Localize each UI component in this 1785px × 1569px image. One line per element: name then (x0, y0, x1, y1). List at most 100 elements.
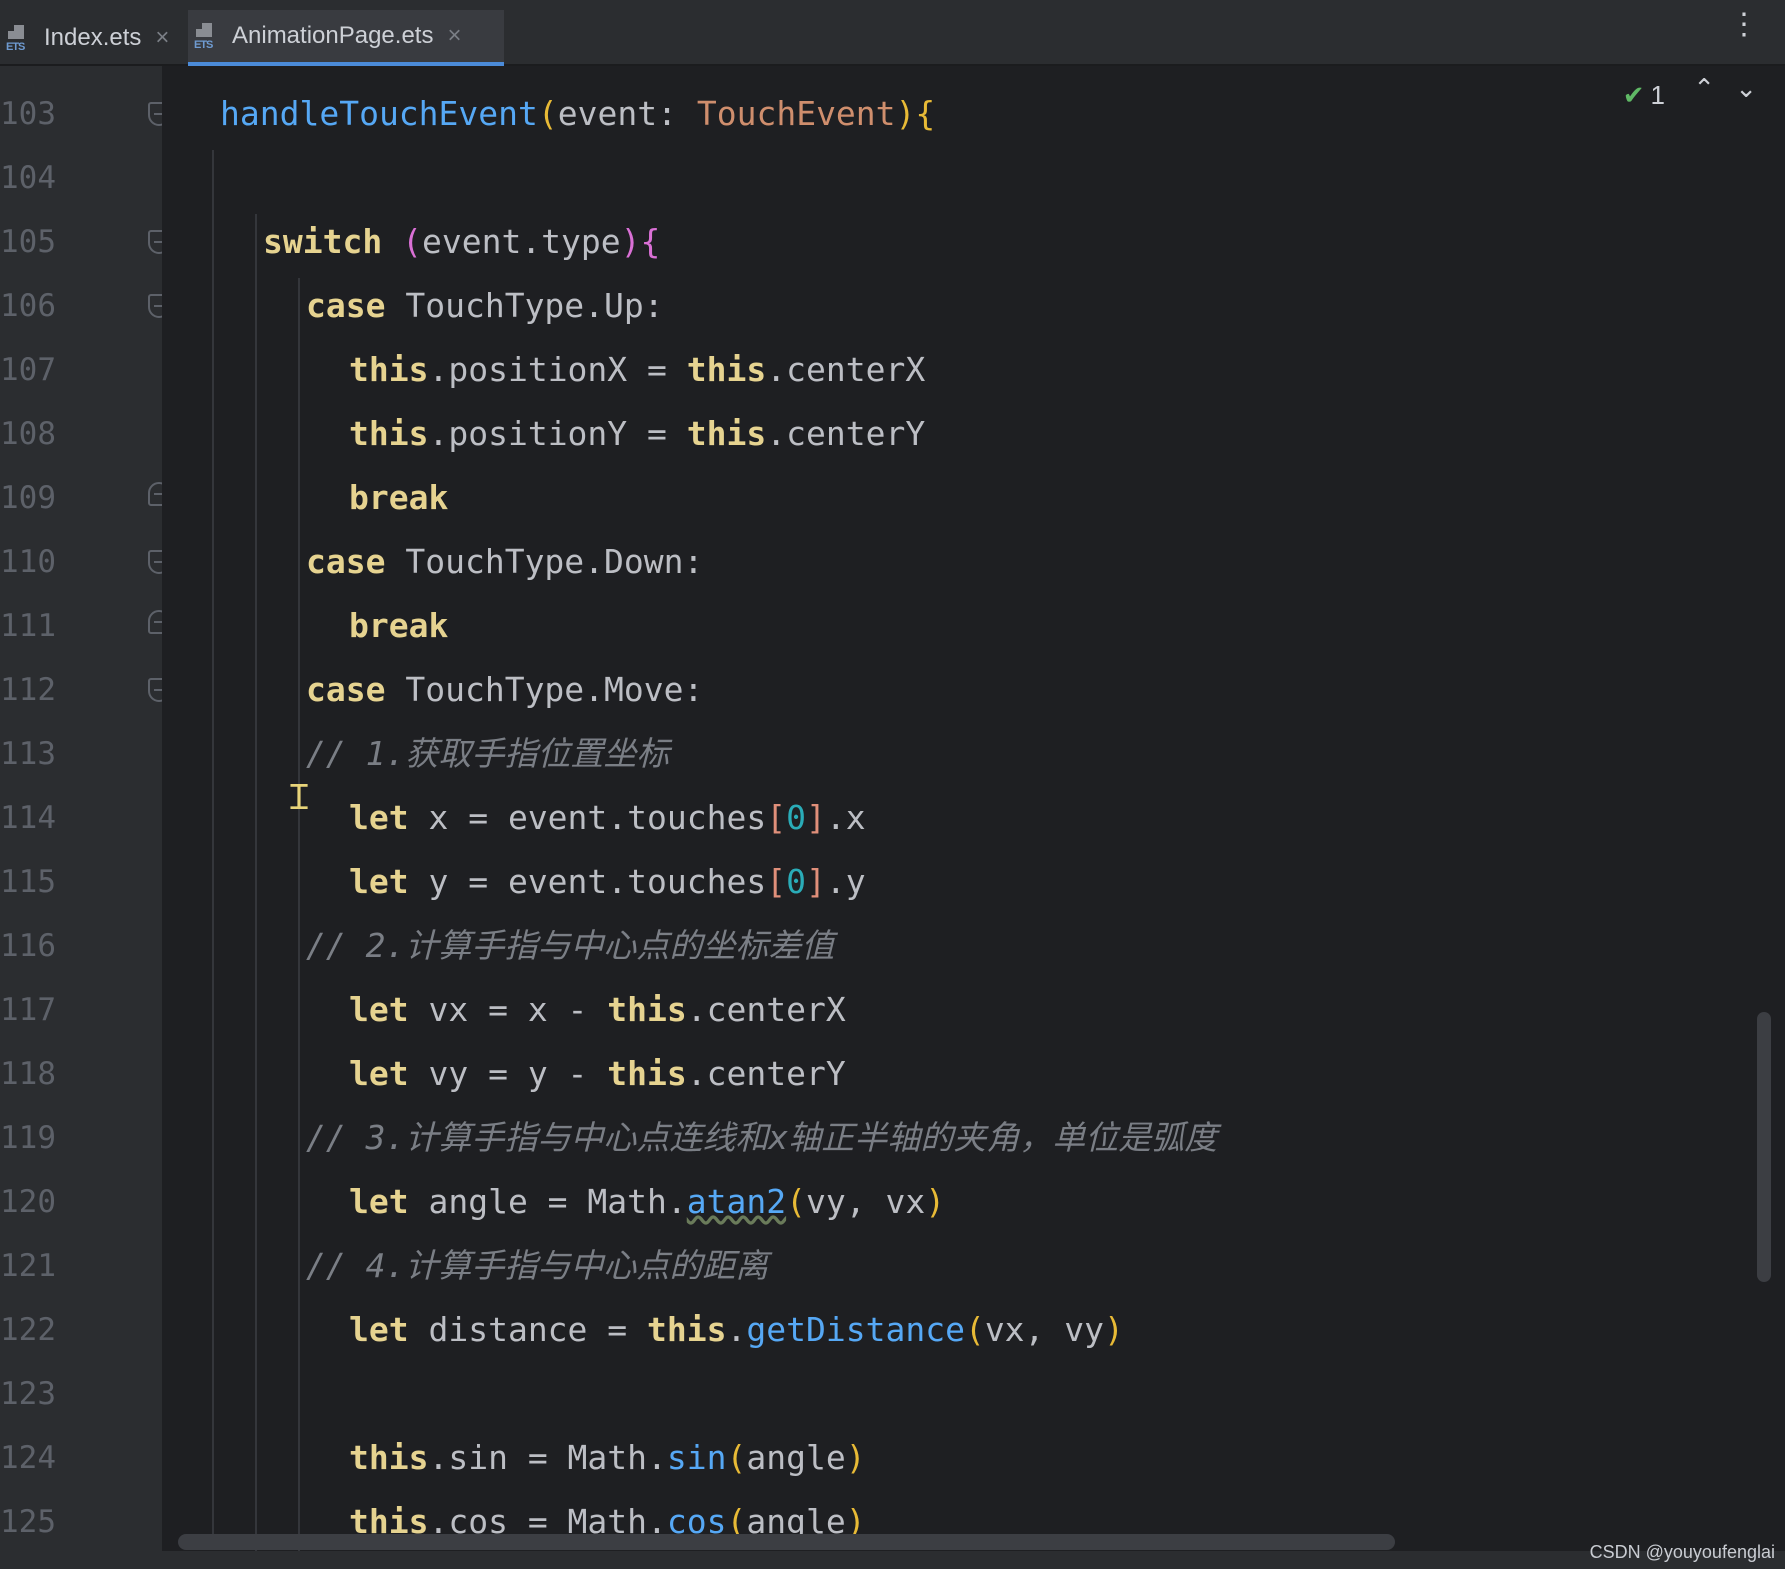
paren: ) (925, 1182, 946, 1221)
brace: { (915, 94, 936, 133)
editor-tab-bar: ETS Index.ets × ETS AnimationPage.ets × … (0, 0, 1785, 66)
code-text: angle = Math. (408, 1182, 687, 1221)
number: 0 (786, 798, 806, 837)
keyword: this (686, 414, 767, 453)
keyword: this (607, 1054, 687, 1093)
code-line-107: this.positionX = this.centerX (349, 342, 925, 398)
code-line-109: break (349, 470, 448, 526)
code-line-108: this.positionY = this.centerY (349, 406, 925, 462)
case-value: TouchType.Up: (405, 286, 664, 325)
inspection-widget[interactable]: ✔ 1 (1623, 80, 1665, 111)
paren: ) (620, 222, 641, 261)
code-comment-119: // 3.计算手指与中心点连线和x轴正半轴的夹角，单位是弧度 (306, 1118, 1218, 1157)
keyword: case (306, 542, 386, 581)
code-text: .sin = Math. (428, 1438, 667, 1477)
line-number: 123 (0, 1376, 56, 1412)
line-number: 120 (0, 1184, 56, 1220)
paren: ( (537, 94, 558, 133)
code-line-124: this.sin = Math.sin(angle) (349, 1430, 866, 1486)
close-icon[interactable]: × (447, 22, 461, 50)
line-number: 104 (0, 160, 56, 196)
line-number: 124 (0, 1440, 56, 1476)
line-number: 122 (0, 1312, 56, 1348)
keyword: break (349, 478, 449, 517)
indent-guide (255, 214, 257, 1551)
check-icon: ✔ (1622, 80, 1645, 110)
line-number: 110 (0, 544, 56, 580)
line-number: 112 (0, 672, 56, 708)
indent-guide (298, 278, 300, 1551)
number: 0 (786, 862, 806, 901)
case-value: TouchType.Move: (405, 670, 704, 709)
keyword: break (349, 606, 449, 645)
keyword: this (607, 990, 687, 1029)
function-name: handleTouchEvent (220, 94, 538, 133)
close-icon[interactable]: × (155, 24, 169, 52)
ets-file-icon: ETS (194, 21, 220, 51)
keyword: case (306, 286, 386, 325)
tab-animationpage-ets[interactable]: ETS AnimationPage.ets × (188, 10, 504, 66)
paren: ) (895, 94, 916, 133)
code-text: .centerY (686, 1054, 846, 1093)
function-name: atan2 (686, 1182, 787, 1221)
code-line-106: case TouchType.Up: (306, 278, 664, 334)
chevron-down-icon[interactable]: ⌄ (1735, 74, 1757, 104)
code-comment-121: // 4.计算手指与中心点的距离 (306, 1246, 769, 1285)
keyword: case (306, 670, 386, 709)
arguments: vx, vy (984, 1310, 1105, 1349)
paren: ) (1104, 1310, 1124, 1349)
arguments: vy, vx (805, 1182, 926, 1221)
keyword: let (349, 862, 409, 901)
text-cursor-icon: Ｉ (282, 778, 316, 818)
bracket: ] (805, 798, 826, 837)
keyword: this (349, 350, 429, 389)
more-options-icon[interactable]: ⋮ (1729, 10, 1759, 40)
line-number: 119 (0, 1120, 56, 1156)
code-text: .x (825, 798, 866, 837)
code-text: .y (825, 862, 866, 901)
code-line-110: case TouchType.Down: (306, 534, 703, 590)
code-editor[interactable]: handleTouchEvent(event: TouchEvent){ swi… (162, 66, 1785, 1551)
code-text: .positionY = (428, 414, 687, 453)
line-number: 113 (0, 736, 56, 772)
chevron-up-icon[interactable]: ⌃ (1693, 74, 1715, 104)
code-line-114: let x = event.touches[0].x (349, 790, 866, 846)
keyword: let (349, 990, 409, 1029)
keyword: this (349, 414, 429, 453)
line-number: 103 (0, 96, 56, 132)
line-number: 108 (0, 416, 56, 452)
code-text: y = event.touches (408, 862, 767, 901)
line-number: 105 (0, 224, 56, 260)
line-number: 125 (0, 1504, 56, 1540)
keyword: let (349, 1054, 409, 1093)
line-number: 116 (0, 928, 56, 964)
code-text: vx = x - (408, 990, 608, 1029)
code-comment-113: // 1.获取手指位置坐标 (306, 734, 670, 773)
param-name: event (557, 94, 658, 133)
code-line-117: let vx = x - this.centerX (349, 982, 846, 1038)
tab-label: Index.ets (44, 24, 142, 51)
code-line-111: break (349, 598, 448, 654)
code-text: distance = (408, 1310, 648, 1349)
line-number-gutter: 103 104 105 106 107 108 109 110 111 112 … (0, 66, 170, 1551)
line-number: 106 (0, 288, 56, 324)
line-number: 117 (0, 992, 56, 1028)
paren: ( (964, 1310, 985, 1349)
code-line-112: case TouchType.Move: (306, 662, 703, 718)
tab-index-ets[interactable]: ETS Index.ets × (0, 10, 180, 66)
line-number: 114 (0, 800, 56, 836)
ets-file-icon: ETS (6, 23, 32, 53)
paren: ( (786, 1182, 806, 1221)
vertical-scrollbar[interactable] (1757, 1012, 1771, 1282)
code-text: .centerY (766, 414, 926, 453)
line-number: 109 (0, 480, 56, 516)
keyword: let (349, 798, 409, 837)
horizontal-scrollbar[interactable] (178, 1534, 1395, 1550)
status-strip (0, 1551, 1785, 1569)
colon: : (657, 94, 697, 133)
keyword: let (349, 1182, 409, 1221)
function-name: sin (666, 1438, 727, 1477)
